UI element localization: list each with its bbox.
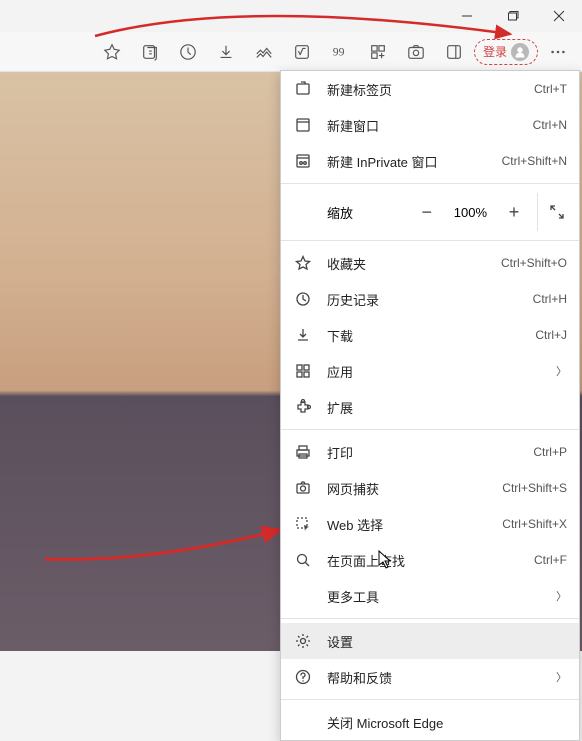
menu-zoom-row: 缩放 − 100% + (281, 188, 579, 236)
zoom-value: 100% (446, 205, 495, 220)
menu-history[interactable]: 历史记录 Ctrl+H (281, 281, 579, 317)
history-icon[interactable] (170, 36, 206, 68)
download-icon (293, 325, 313, 345)
menu-label: 网页捕获 (327, 479, 502, 498)
print-icon (293, 442, 313, 462)
menu-label: 在页面上查找 (327, 551, 534, 570)
maximize-button[interactable] (490, 0, 536, 32)
menu-separator (281, 618, 579, 619)
menu-help[interactable]: 帮助和反馈 〉 (281, 659, 579, 695)
menu-label: Web 选择 (327, 515, 502, 534)
menu-label: 新建 InPrivate 窗口 (327, 152, 502, 171)
web-select-icon (293, 514, 313, 534)
settings-menu: 新建标签页 Ctrl+T 新建窗口 Ctrl+N 新建 InPrivate 窗口… (280, 70, 580, 741)
menu-apps[interactable]: 应用 〉 (281, 353, 579, 389)
menu-separator (281, 240, 579, 241)
sidebar-icon[interactable] (436, 36, 472, 68)
menu-label: 收藏夹 (327, 254, 501, 273)
menu-web-select[interactable]: Web 选择 Ctrl+Shift+X (281, 506, 579, 542)
window-titlebar (0, 0, 582, 32)
gear-icon (293, 631, 313, 651)
menu-new-inprivate[interactable]: 新建 InPrivate 窗口 Ctrl+Shift+N (281, 143, 579, 179)
apps-icon (293, 361, 313, 381)
extensions-icon (293, 397, 313, 417)
menu-web-capture[interactable]: 网页捕获 Ctrl+Shift+S (281, 470, 579, 506)
menu-separator (281, 183, 579, 184)
screenshot-icon[interactable] (398, 36, 434, 68)
performance-icon[interactable] (246, 36, 282, 68)
menu-label: 应用 (327, 362, 556, 381)
login-button[interactable]: 登录 (474, 39, 538, 65)
menu-label: 新建窗口 (327, 116, 533, 135)
menu-label: 历史记录 (327, 290, 533, 309)
zoom-out-button[interactable]: − (408, 193, 446, 231)
favorites-icon[interactable] (94, 36, 130, 68)
svg-text:99: 99 (333, 45, 345, 58)
menu-close-edge[interactable]: 关闭 Microsoft Edge (281, 704, 579, 740)
menu-shortcut: Ctrl+Shift+X (502, 517, 567, 531)
apps-icon[interactable] (360, 36, 396, 68)
fullscreen-button[interactable] (537, 193, 575, 231)
menu-label: 新建标签页 (327, 80, 534, 99)
star-icon (293, 253, 313, 273)
login-label: 登录 (483, 43, 507, 60)
menu-shortcut: Ctrl+T (534, 82, 567, 96)
menu-shortcut: Ctrl+N (533, 118, 567, 132)
menu-new-window[interactable]: 新建窗口 Ctrl+N (281, 107, 579, 143)
menu-label: 下载 (327, 326, 535, 345)
inprivate-icon (293, 151, 313, 171)
menu-shortcut: Ctrl+H (533, 292, 567, 306)
menu-label: 更多工具 (327, 587, 556, 606)
browser-toolbar: 99 登录 (0, 32, 582, 72)
menu-separator (281, 699, 579, 700)
menu-downloads[interactable]: 下载 Ctrl+J (281, 317, 579, 353)
menu-favorites[interactable]: 收藏夹 Ctrl+Shift+O (281, 245, 579, 281)
more-menu-button[interactable] (540, 36, 576, 68)
minimize-button[interactable] (444, 0, 490, 32)
menu-shortcut: Ctrl+J (535, 328, 567, 342)
new-window-icon (293, 115, 313, 135)
capture-icon (293, 478, 313, 498)
help-icon (293, 667, 313, 687)
menu-print[interactable]: 打印 Ctrl+P (281, 434, 579, 470)
history-icon (293, 289, 313, 309)
menu-extensions[interactable]: 扩展 (281, 389, 579, 425)
chevron-right-icon: 〉 (556, 363, 567, 379)
menu-label: 扩展 (327, 398, 567, 417)
cite-icon[interactable]: 99 (322, 36, 358, 68)
chevron-right-icon: 〉 (556, 669, 567, 685)
menu-shortcut: Ctrl+P (533, 445, 567, 459)
menu-new-tab[interactable]: 新建标签页 Ctrl+T (281, 71, 579, 107)
new-tab-icon (293, 79, 313, 99)
chevron-right-icon: 〉 (556, 588, 567, 604)
zoom-in-button[interactable]: + (495, 193, 533, 231)
menu-shortcut: Ctrl+Shift+O (501, 256, 567, 270)
menu-find[interactable]: 在页面上查找 Ctrl+F (281, 542, 579, 578)
menu-settings[interactable]: 设置 (281, 623, 579, 659)
find-icon (293, 550, 313, 570)
menu-label: 帮助和反馈 (327, 668, 556, 687)
menu-label: 关闭 Microsoft Edge (327, 713, 567, 732)
menu-label: 设置 (327, 632, 567, 651)
avatar-icon (511, 43, 529, 61)
menu-shortcut: Ctrl+Shift+N (502, 154, 567, 168)
downloads-icon[interactable] (208, 36, 244, 68)
menu-more-tools[interactable]: 更多工具 〉 (281, 578, 579, 614)
menu-shortcut: Ctrl+F (534, 553, 567, 567)
zoom-label: 缩放 (327, 203, 408, 222)
menu-separator (281, 429, 579, 430)
menu-shortcut: Ctrl+Shift+S (502, 481, 567, 495)
math-solver-icon[interactable] (284, 36, 320, 68)
menu-label: 打印 (327, 443, 533, 462)
collections-icon[interactable] (132, 36, 168, 68)
close-button[interactable] (536, 0, 582, 32)
